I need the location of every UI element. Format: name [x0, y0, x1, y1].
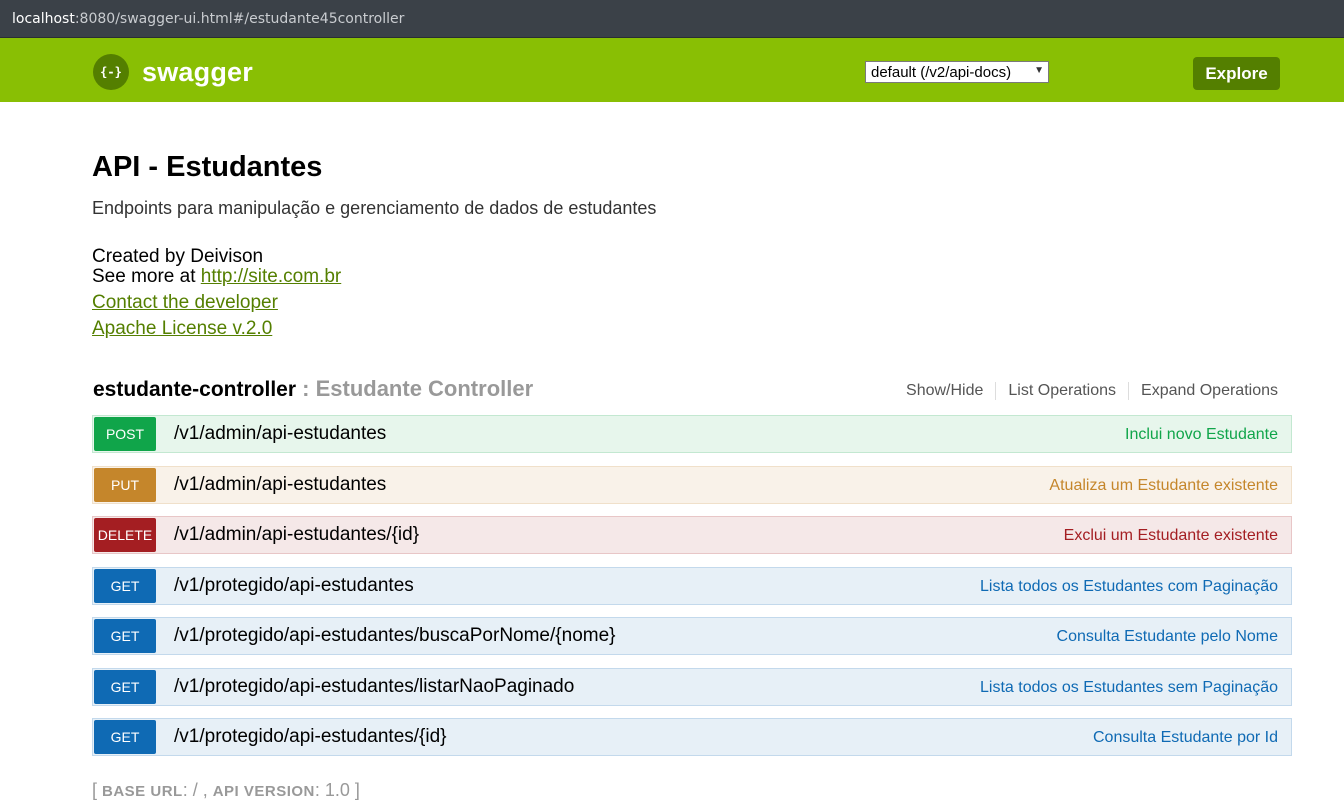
operation-path[interactable]: /v1/admin/api-estudantes	[174, 423, 386, 445]
api-version-value: : 1.0 ]	[314, 780, 360, 800]
contact-block: Created by Deivison See more at http://s…	[92, 247, 1292, 287]
explore-button[interactable]: Explore	[1193, 57, 1280, 90]
see-more-link[interactable]: http://site.com.br	[201, 266, 341, 287]
operation-path[interactable]: /v1/protegido/api-estudantes/listarNaoPa…	[174, 676, 574, 698]
api-description: Endpoints para manipulação e gerenciamen…	[92, 198, 657, 218]
license-link[interactable]: Apache License v.2.0	[92, 318, 272, 339]
spec-select-value: default (/v2/api-docs)	[871, 63, 1012, 81]
operation-row[interactable]: GET /v1/protegido/api-estudantes/buscaPo…	[92, 617, 1292, 655]
footer-open-bracket: [	[92, 780, 103, 800]
controller-heading: estudante-controller : Estudante Control…	[93, 376, 1292, 406]
swagger-logo-icon: {-}	[93, 54, 129, 90]
api-version-label: API VERSION	[212, 783, 315, 800]
created-by: Created by Deivison	[92, 246, 264, 267]
http-method-badge[interactable]: GET	[94, 720, 156, 754]
operations-list: POST /v1/admin/api-estudantes Inclui nov…	[92, 415, 1292, 769]
operation-row[interactable]: POST /v1/admin/api-estudantes Inclui nov…	[92, 415, 1292, 453]
chevron-down-icon: ▼	[1034, 65, 1044, 76]
operation-summary[interactable]: Consulta Estudante por Id	[1093, 729, 1278, 747]
operation-row[interactable]: GET /v1/protegido/api-estudantes/listarN…	[92, 667, 1292, 706]
operation-summary[interactable]: Consulta Estudante pelo Nome	[1057, 628, 1278, 646]
operation-summary[interactable]: Lista todos os Estudantes sem Paginação	[980, 679, 1278, 697]
list-operations-link[interactable]: List Operations	[996, 382, 1130, 400]
spec-select[interactable]: default (/v2/api-docs) ▼	[865, 61, 1049, 83]
swagger-logo-text: swagger	[142, 56, 253, 87]
controller-name[interactable]: estudante-controller	[93, 378, 296, 401]
operation-path[interactable]: /v1/admin/api-estudantes/{id}	[174, 524, 419, 546]
see-more-prefix: See more at	[92, 266, 201, 287]
http-method-badge[interactable]: GET	[94, 619, 156, 653]
url-host: localhost	[12, 10, 75, 27]
operation-summary[interactable]: Atualiza um Estudante existente	[1049, 477, 1278, 495]
address-bar[interactable]: localhost:8080/swagger-ui.html#/estudant…	[0, 0, 1344, 38]
operation-path[interactable]: /v1/protegido/api-estudantes/{id}	[174, 726, 447, 748]
operation-path[interactable]: /v1/protegido/api-estudantes	[174, 575, 414, 597]
show-hide-link[interactable]: Show/Hide	[894, 382, 997, 400]
base-url-value: : / ,	[182, 780, 213, 800]
operation-row[interactable]: GET /v1/protegido/api-estudantes Lista t…	[92, 566, 1292, 605]
http-method-badge[interactable]: PUT	[94, 467, 156, 502]
operation-row[interactable]: PUT /v1/admin/api-estudantes Atualiza um…	[92, 465, 1292, 504]
expand-operations-link[interactable]: Expand Operations	[1129, 382, 1278, 400]
operation-summary[interactable]: Lista todos os Estudantes com Paginação	[980, 578, 1278, 596]
operation-row[interactable]: DELETE /v1/admin/api-estudantes/{id} Exc…	[92, 516, 1292, 554]
api-info: API - Estudantes Endpoints para manipula…	[92, 150, 1292, 339]
controller-actions: Show/Hide List Operations Expand Operati…	[894, 382, 1278, 400]
http-method-badge[interactable]: GET	[94, 669, 156, 704]
http-method-badge[interactable]: POST	[94, 417, 156, 451]
swagger-header: {-} swagger default (/v2/api-docs) ▼ Exp…	[0, 38, 1344, 102]
api-footer: [ BASE URL: / , API VERSION: 1.0 ]	[92, 780, 360, 801]
api-title: API - Estudantes	[92, 151, 323, 183]
http-method-badge[interactable]: DELETE	[94, 518, 156, 552]
http-method-badge[interactable]: GET	[94, 568, 156, 603]
operation-summary[interactable]: Inclui novo Estudante	[1125, 426, 1278, 444]
operation-row[interactable]: GET /v1/protegido/api-estudantes/{id} Co…	[92, 718, 1292, 756]
swagger-logo[interactable]: {-} swagger	[93, 54, 253, 90]
operation-path[interactable]: /v1/protegido/api-estudantes/buscaPorNom…	[174, 625, 616, 647]
operation-summary[interactable]: Exclui um Estudante existente	[1064, 527, 1278, 545]
url-path: :8080/swagger-ui.html#/estudante45contro…	[74, 10, 405, 27]
base-url-label: BASE URL	[102, 783, 183, 800]
contact-developer-link[interactable]: Contact the developer	[92, 292, 278, 313]
see-more-line: See more at http://site.com.br	[92, 267, 1292, 287]
controller-description: : Estudante Controller	[296, 376, 534, 401]
operation-path[interactable]: /v1/admin/api-estudantes	[174, 474, 386, 496]
